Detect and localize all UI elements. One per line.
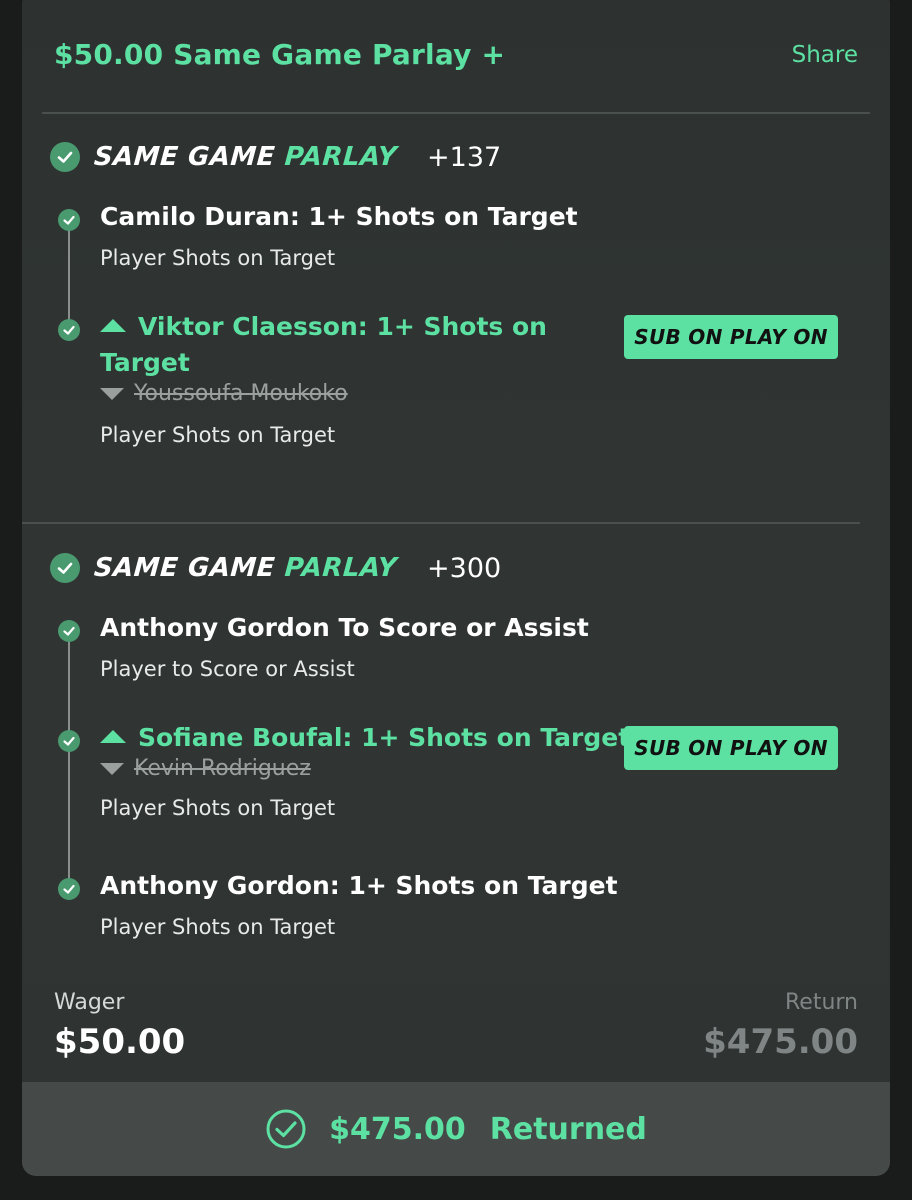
leg-market: Player Shots on Target xyxy=(100,915,336,939)
arrow-down-icon xyxy=(100,387,124,400)
returned-amount: $475.00 xyxy=(329,1111,466,1147)
leg-market: Player Shots on Target xyxy=(100,423,336,447)
bet-header: $50.00 Same Game Parlay + Share xyxy=(22,0,890,114)
share-button[interactable]: Share xyxy=(792,42,858,68)
bet-title: $50.00 Same Game Parlay + xyxy=(54,38,506,71)
replaced-player: Kevin Rodriguez xyxy=(100,756,311,781)
return-value: $475.00 xyxy=(703,1022,858,1062)
parlay-odds: +137 xyxy=(427,141,502,173)
leg-market: Player Shots on Target xyxy=(100,246,336,270)
parlay-header: SAME GAME PARLAY +137 xyxy=(50,137,501,177)
leg-market: Player to Score or Assist xyxy=(100,657,355,681)
wager-value: $50.00 xyxy=(54,1022,186,1062)
check-circle-icon xyxy=(58,620,80,642)
parlay-type-label: SAME GAME PARLAY xyxy=(92,142,399,172)
leg-title: Viktor Claesson: 1+ Shots on xyxy=(100,309,547,345)
replaced-player: Youssoufa Moukoko xyxy=(100,381,348,406)
parlay-divider xyxy=(22,522,860,524)
leg-connector xyxy=(68,632,70,888)
check-circle-outline-icon xyxy=(265,1108,307,1150)
arrow-up-icon xyxy=(100,729,126,743)
leg-title: Sofiane Boufal: 1+ Shots on Target xyxy=(100,720,630,756)
return-label: Return xyxy=(784,990,858,1015)
leg-title-continued: Target xyxy=(100,348,190,377)
arrow-up-icon xyxy=(100,318,126,332)
wager-label: Wager xyxy=(54,990,125,1015)
check-circle-icon xyxy=(58,319,80,341)
leg-title: Anthony Gordon: 1+ Shots on Target xyxy=(100,871,618,900)
sub-on-play-on-badge: SUB ON PLAY ON xyxy=(624,315,838,359)
bet-card: $50.00 Same Game Parlay + Share SAME GAM… xyxy=(22,0,890,1176)
parlay-section-2: SAME GAME PARLAY +300 Anthony Gordon To … xyxy=(22,548,890,948)
leg-title: Anthony Gordon To Score or Assist xyxy=(100,613,589,642)
check-circle-icon xyxy=(58,730,80,752)
returned-label: Returned xyxy=(489,1111,647,1147)
returned-status-bar: $475.00 Returned xyxy=(22,1082,890,1176)
check-circle-icon xyxy=(58,209,80,231)
sub-on-play-on-badge: SUB ON PLAY ON xyxy=(624,726,838,770)
parlay-type-label: SAME GAME PARLAY xyxy=(92,553,399,583)
parlay-header: SAME GAME PARLAY +300 xyxy=(50,548,501,588)
leg-connector xyxy=(68,219,70,323)
parlay-section-1: SAME GAME PARLAY +137 Camilo Duran: 1+ S… xyxy=(22,137,890,517)
leg-market: Player Shots on Target xyxy=(100,796,336,820)
parlay-odds: +300 xyxy=(427,552,502,584)
check-circle-icon xyxy=(58,878,80,900)
leg-title: Camilo Duran: 1+ Shots on Target xyxy=(100,202,578,231)
check-circle-icon xyxy=(50,142,80,172)
check-circle-icon xyxy=(50,553,80,583)
arrow-down-icon xyxy=(100,762,124,775)
header-divider xyxy=(42,112,870,114)
